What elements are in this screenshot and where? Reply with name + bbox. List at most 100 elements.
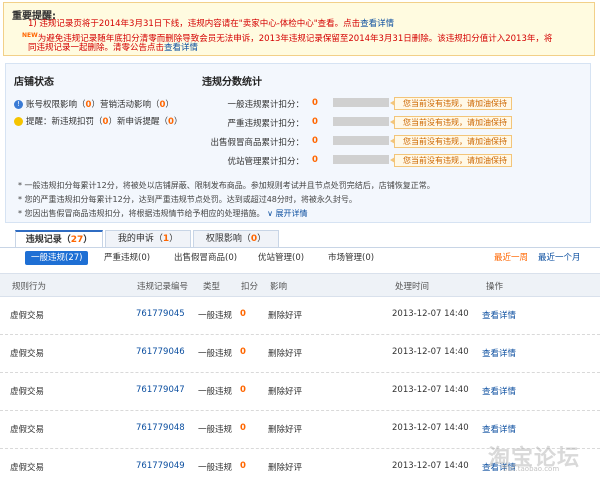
expand-details-label: 展开详情 — [275, 209, 308, 218]
table-header: 规则行为 违规记录编号 类型 扣分 影响 处理时间 操作 — [0, 273, 600, 297]
note-3-text: * 您因出售假冒商品违规扣分，将根据违规情节给予相应的处理措施。 — [18, 209, 265, 218]
cell-effect: 删除好评 — [268, 425, 303, 435]
cell-time: 2013-12-07 14:40 — [392, 423, 469, 433]
cell-time: 2013-12-07 14:40 — [392, 309, 469, 319]
th-effect: 影响 — [270, 282, 288, 292]
cell-rule: 虚假交易 — [10, 349, 45, 359]
cell-type: 一般违规 — [198, 311, 233, 321]
th-points: 扣分 — [241, 282, 259, 292]
last-week-link[interactable]: 最近一周 — [494, 251, 528, 265]
row2-tail: ） — [173, 117, 183, 127]
new-badge: NEW — [22, 32, 38, 39]
general-score-tip: 您当前没有违规，请加油保持 — [390, 97, 512, 110]
note-2: * 您的严重违规扣分每累计12分，达到严重违规节点处罚。达到或超过48分时，将被… — [18, 195, 357, 204]
shop-status-title: 店铺状态 — [14, 77, 54, 88]
new-appeal-label: ）新申诉提醒（ — [108, 117, 168, 127]
notice-line-1-text: 1) 违规记录页将于2014年3月31日下线，违规内容请在"卖家中心-体检中心"… — [28, 19, 361, 29]
tab-permission-impact[interactable]: 权限影响（0） — [193, 230, 279, 247]
forum-watermark-url: bbs.taobao.com — [503, 465, 560, 473]
cell-effect: 删除好评 — [268, 387, 303, 397]
counterfeit-score-value: 0 — [312, 136, 318, 146]
table-row: 虚假交易 761779047 一般违规 0 删除好评 2013-12-07 14… — [0, 372, 600, 411]
cell-points: 0 — [240, 423, 246, 433]
new-penalty-label: 提醒：新违规扣罚（ — [26, 117, 103, 127]
cell-record-id[interactable]: 761779046 — [136, 347, 185, 357]
view-details-link[interactable]: 查看详情 — [482, 347, 516, 359]
cell-record-id[interactable]: 761779045 — [136, 309, 185, 319]
shop-status-row-2: 提醒：新违规扣罚（0）新申诉提醒（0） — [14, 115, 182, 127]
view-details-link[interactable]: 查看详情 — [482, 309, 516, 321]
tab-tail: ） — [257, 234, 267, 244]
info-icon: ! — [14, 100, 23, 109]
cell-time: 2013-12-07 14:40 — [392, 347, 469, 357]
tab-violation-records[interactable]: 违规记录（27） — [15, 230, 103, 247]
subtab-store-mgmt[interactable]: 优站管理(0) — [258, 251, 304, 265]
tab-divider — [0, 247, 600, 248]
counterfeit-score-label: 出售假冒商品累计扣分： — [210, 138, 304, 148]
subtab-market-mgmt[interactable]: 市场管理(0) — [328, 251, 374, 265]
marketing-impact-label: ）营销活动影响（ — [91, 100, 160, 110]
notice-line-3-text: 同违规记录一起删除。清零公告点击 — [28, 43, 165, 53]
cell-rule: 虚假交易 — [10, 387, 45, 397]
serious-score-label: 严重违规累计扣分： — [227, 119, 304, 129]
table-row: 虚假交易 761779045 一般违规 0 删除好评 2013-12-07 14… — [0, 296, 600, 335]
cell-rule: 虚假交易 — [10, 311, 45, 321]
counterfeit-score-tip: 您当前没有违规，请加油保持 — [390, 135, 512, 148]
cell-points: 0 — [240, 385, 246, 395]
cell-type: 一般违规 — [198, 425, 233, 435]
cell-type: 一般违规 — [198, 387, 233, 397]
cell-time: 2013-12-07 14:40 — [392, 461, 469, 471]
cell-points: 0 — [240, 347, 246, 357]
subtab-general[interactable]: 一般违规(27) — [25, 251, 89, 265]
cell-record-id[interactable]: 761779048 — [136, 423, 185, 433]
cell-record-id[interactable]: 761779047 — [136, 385, 185, 395]
general-score-value: 0 — [312, 98, 318, 108]
stats-panel: 店铺状态 ! 账号权限影响（0）营销活动影响（0） 提醒：新违规扣罚（0）新申诉提… — [5, 63, 591, 223]
row1-tail: ） — [165, 100, 174, 110]
view-details-link[interactable]: 查看详情 — [482, 423, 516, 435]
tab-count: 27 — [70, 235, 84, 245]
cell-type: 一般违规 — [198, 463, 233, 473]
cell-points: 0 — [240, 461, 246, 471]
th-action: 操作 — [486, 282, 504, 292]
tab-label: 违规记录（ — [25, 235, 71, 245]
serious-score-value: 0 — [312, 117, 318, 127]
subtab-counterfeit[interactable]: 出售假冒商品(0) — [174, 251, 237, 265]
counterfeit-score-bar — [333, 136, 389, 145]
important-notice: 重要提醒: 1) 违规记录页将于2014年3月31日下线，违规内容请在"卖家中心… — [3, 2, 595, 56]
general-score-label: 一般违规累计扣分： — [227, 100, 304, 110]
cell-time: 2013-12-07 14:40 — [392, 385, 469, 395]
store-mgmt-score-bar — [333, 155, 389, 164]
cell-points: 0 — [240, 309, 246, 319]
notice-line-1: 1) 违规记录页将于2014年3月31日下线，违规内容请在"卖家中心-体检中心"… — [28, 18, 394, 30]
notice-line-1-link[interactable]: 查看详情 — [360, 19, 394, 29]
notice-line-3-link[interactable]: 查看详情 — [164, 43, 198, 53]
lightbulb-icon — [14, 117, 23, 126]
note-3: * 您因出售假冒商品违规扣分，将根据违规情节给予相应的处理措施。 ∨ 展开详情 — [18, 208, 308, 219]
th-record-id: 违规记录编号 — [137, 282, 189, 292]
cell-record-id[interactable]: 761779049 — [136, 461, 185, 471]
th-time: 处理时间 — [395, 282, 430, 292]
cell-rule: 虚假交易 — [10, 425, 45, 435]
expand-details-link[interactable]: ∨ 展开详情 — [267, 209, 307, 218]
cell-effect: 删除好评 — [268, 463, 303, 473]
cell-effect: 删除好评 — [268, 349, 303, 359]
last-month-link[interactable]: 最近一个月 — [538, 251, 581, 265]
store-mgmt-score-label: 优站管理累计扣分： — [227, 157, 304, 167]
notice-line-3: 同违规记录一起删除。清零公告点击查看详情 — [28, 42, 198, 54]
cell-effect: 删除好评 — [268, 311, 303, 321]
note-1: * 一般违规扣分每累计12分，将被处以店铺屏蔽、限制发布商品。参加规则考试并且节… — [18, 181, 435, 190]
th-type: 类型 — [203, 282, 221, 292]
tab-tail: ） — [83, 235, 93, 245]
tab-tail: ） — [169, 234, 179, 244]
store-mgmt-score-value: 0 — [312, 155, 318, 165]
chevron-down-icon: ∨ — [267, 209, 273, 218]
subtab-serious[interactable]: 严重违规(0) — [104, 251, 150, 265]
tab-my-appeals[interactable]: 我的申诉（1） — [105, 230, 191, 247]
serious-score-tip: 您当前没有违规，请加油保持 — [390, 116, 512, 129]
general-score-bar — [333, 98, 389, 107]
tab-label: 权限影响（ — [205, 234, 251, 244]
th-rule: 规则行为 — [12, 282, 47, 292]
view-details-link[interactable]: 查看详情 — [482, 385, 516, 397]
shop-status-row-1: ! 账号权限影响（0）营销活动影响（0） — [14, 98, 174, 110]
